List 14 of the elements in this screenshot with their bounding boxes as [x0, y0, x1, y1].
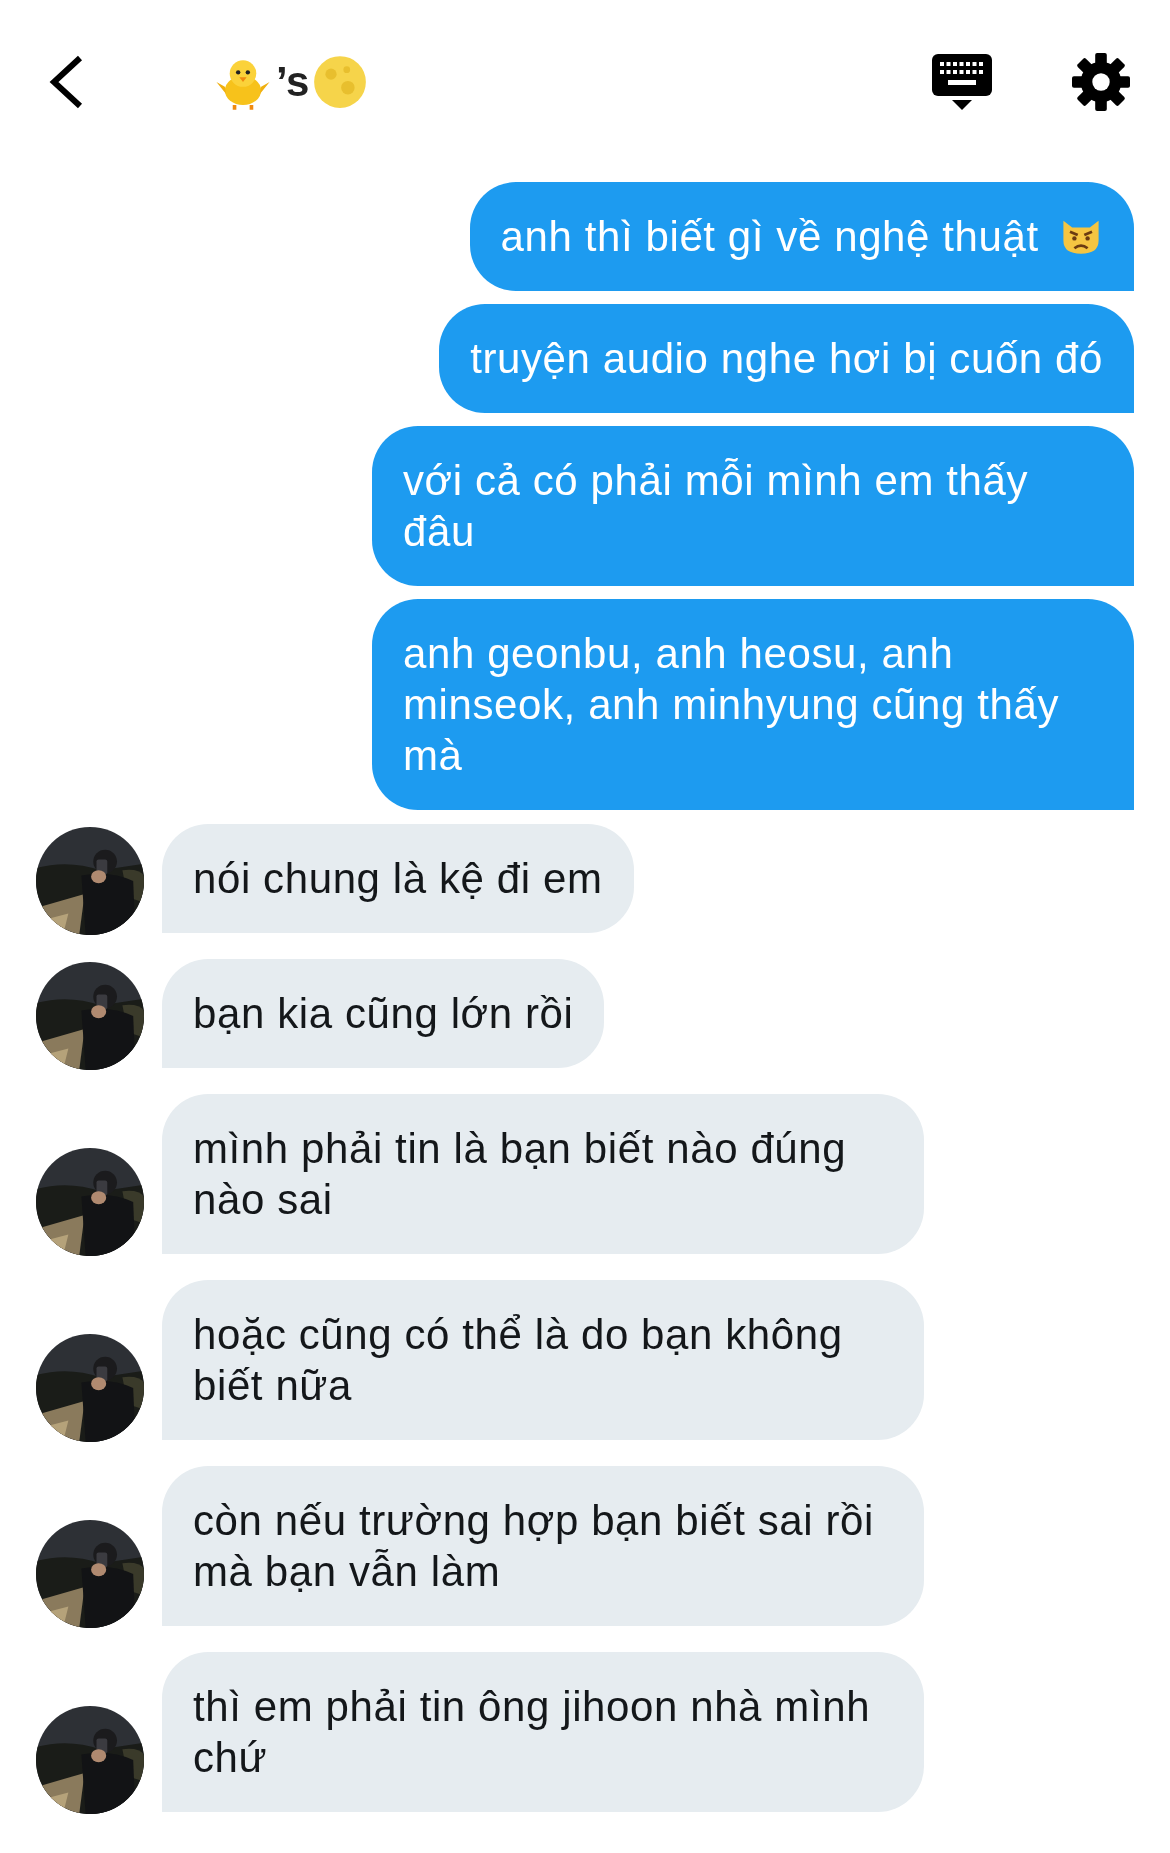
message-text: anh geonbu, anh heosu, anh minseok, anh minhyung cũng thấy mà — [403, 630, 1059, 779]
message-text: còn nếu trường hợp bạn biết sai rồi mà bạn vẫn làm — [193, 1497, 874, 1595]
message-text: bạn kia cũng lớn rồi — [193, 990, 574, 1037]
settings-icon[interactable] — [1072, 53, 1130, 111]
message-text: hoặc cũng có thể là do bạn không biết nữa — [193, 1311, 843, 1409]
message-text: nói chung là kệ đi em — [193, 855, 603, 902]
message-text: truyện audio nghe hơi bị cuốn đó — [470, 335, 1103, 382]
chat-title: ’s — [276, 58, 310, 106]
keyboard-icon[interactable] — [932, 52, 992, 112]
message-text: thì em phải tin ông jihoon nhà mình chứ — [193, 1683, 871, 1781]
message-text: anh thì biết gì về nghệ thuật — [500, 213, 1039, 260]
message-text: với cả có phải mỗi mình em thấy đâu — [403, 457, 1029, 555]
moon-icon — [313, 55, 368, 109]
message-text: mình phải tin là bạn biết nào đúng nào sai — [193, 1125, 847, 1223]
